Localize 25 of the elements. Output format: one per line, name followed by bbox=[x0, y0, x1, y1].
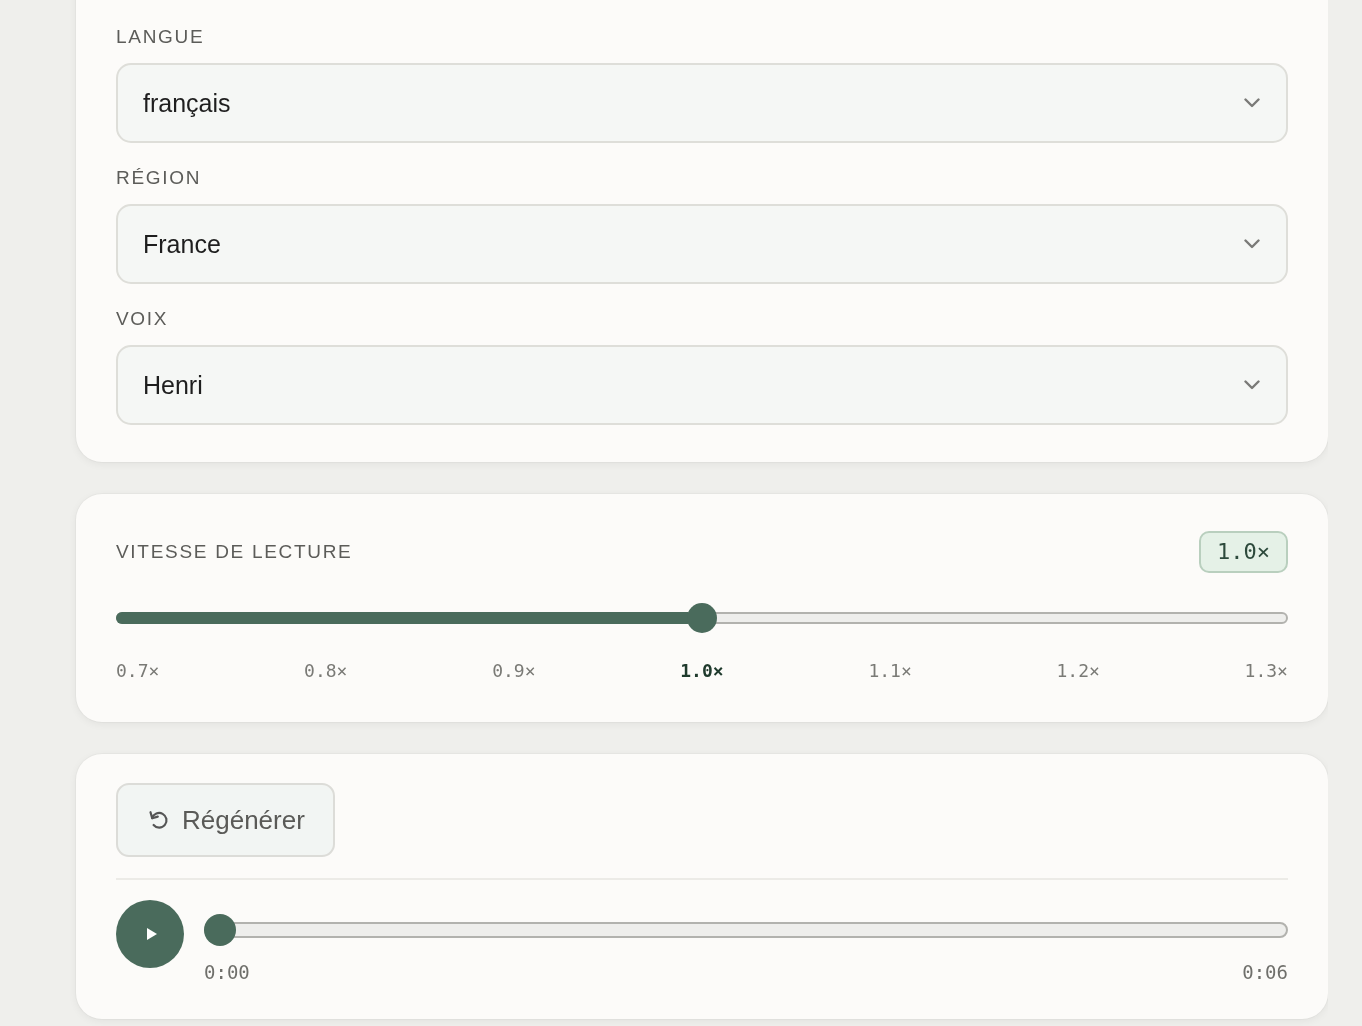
select-field[interactable]: Henri bbox=[116, 345, 1288, 425]
current-time: 0:00 bbox=[204, 961, 250, 983]
chevron-down-icon bbox=[1244, 98, 1260, 108]
chevron-down-icon bbox=[1244, 380, 1260, 390]
speed-tick-label[interactable]: 0.7× bbox=[116, 660, 160, 682]
select-field[interactable]: France bbox=[116, 204, 1288, 284]
chevron-down-icon bbox=[1244, 239, 1260, 249]
audio-progress-handle[interactable] bbox=[204, 914, 236, 946]
speed-label: VITESSE DE LECTURE bbox=[116, 541, 353, 563]
speed-tick-label[interactable]: 0.9× bbox=[492, 660, 536, 682]
field-label: RÉGION bbox=[116, 167, 203, 189]
speed-slider-handle[interactable] bbox=[687, 603, 717, 633]
field-label: LANGUE bbox=[116, 26, 206, 48]
speed-tick-label[interactable]: 1.3× bbox=[1244, 660, 1288, 682]
field-label: VOIX bbox=[116, 308, 170, 330]
select-field[interactable]: français bbox=[116, 63, 1288, 143]
speed-tick-label[interactable]: 1.1× bbox=[868, 660, 912, 682]
refresh-icon bbox=[148, 809, 170, 831]
speed-badge: 1.0× bbox=[1199, 531, 1288, 573]
duration-time: 0:06 bbox=[1242, 961, 1288, 983]
speed-tick-label[interactable]: 0.8× bbox=[304, 660, 348, 682]
play-icon bbox=[145, 927, 158, 941]
speed-tick-label[interactable]: 1.0× bbox=[680, 660, 724, 682]
speed-tick-label[interactable]: 1.2× bbox=[1056, 660, 1100, 682]
regenerate-button[interactable]: Régénérer bbox=[116, 783, 335, 857]
